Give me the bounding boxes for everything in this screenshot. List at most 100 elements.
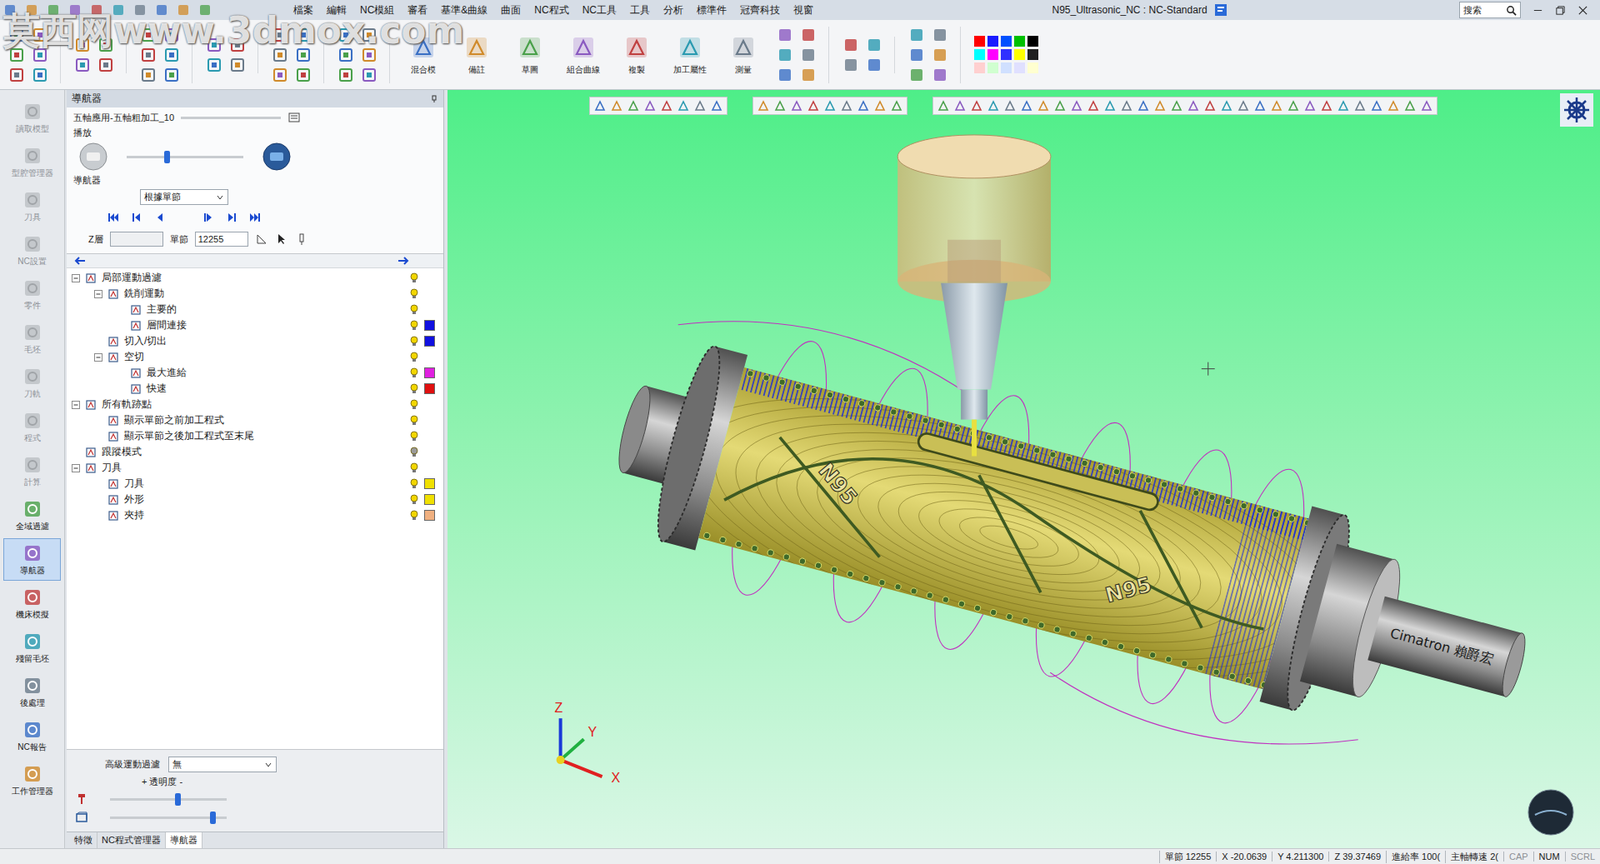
mode-dropdown[interactable]: 根據單節: [140, 189, 229, 205]
ribbon-button[interactable]: 複製: [616, 34, 657, 76]
model-transparency-slider[interactable]: [110, 816, 227, 820]
menu-item[interactable]: 視窗: [786, 3, 820, 18]
color-swatch[interactable]: [424, 383, 435, 395]
ribbon-tool-icon[interactable]: [97, 56, 115, 74]
palette-swatch[interactable]: [1014, 62, 1025, 74]
ribbon-tool-icon[interactable]: [271, 46, 289, 64]
forward-arrow-icon[interactable]: [396, 255, 410, 266]
menu-item[interactable]: NC工具: [575, 3, 624, 18]
palette-swatch[interactable]: [1000, 35, 1012, 47]
view-tool-icon[interactable]: [1220, 99, 1234, 113]
ribbon-tool-icon[interactable]: [776, 46, 794, 64]
step-back-icon[interactable]: [153, 210, 167, 225]
ribbon-tool-icon[interactable]: [908, 46, 925, 64]
slider-thumb[interactable]: [175, 793, 181, 806]
expander-icon[interactable]: [94, 353, 103, 362]
play-button-icon[interactable]: [261, 141, 292, 172]
pin-icon[interactable]: [430, 95, 439, 104]
ribbon-tool-icon[interactable]: [295, 26, 312, 44]
tree-item[interactable]: 快速: [66, 380, 444, 397]
expander-icon[interactable]: [94, 290, 103, 299]
quick-access-icon[interactable]: [176, 3, 190, 17]
minimize-icon[interactable]: [1532, 5, 1544, 16]
slider-thumb[interactable]: [164, 150, 170, 164]
tree-item[interactable]: 空切: [66, 349, 444, 365]
view-tool-icon[interactable]: [1286, 99, 1300, 113]
ribbon-tool-icon[interactable]: [865, 56, 883, 74]
view-tool-icon[interactable]: [1336, 99, 1350, 113]
visibility-bulb-icon[interactable]: [409, 415, 420, 427]
ribbon-button[interactable]: 備註: [456, 34, 497, 76]
palette-swatch[interactable]: [987, 49, 999, 60]
ribbon-tool-icon[interactable]: [931, 26, 949, 44]
view-orb-icon[interactable]: [1526, 788, 1575, 837]
view-tool-icon[interactable]: [773, 99, 787, 113]
visibility-bulb-icon[interactable]: [409, 430, 420, 443]
ribbon-tool-icon[interactable]: [140, 46, 157, 64]
menu-item[interactable]: 分析: [656, 3, 690, 18]
ribbon-tool-icon[interactable]: [271, 26, 289, 44]
view-tool-icon[interactable]: [1303, 99, 1317, 113]
visibility-bulb-icon[interactable]: [409, 510, 420, 522]
stop-button-icon[interactable]: [78, 141, 109, 172]
slider-thumb[interactable]: [210, 811, 216, 825]
view-tool-icon[interactable]: [693, 99, 707, 113]
quick-access-icon[interactable]: [155, 3, 169, 17]
palette-swatch[interactable]: [1014, 35, 1025, 47]
list-icon[interactable]: [287, 110, 301, 125]
quick-access-icon[interactable]: [133, 3, 147, 17]
view-tool-icon[interactable]: [856, 99, 870, 113]
tree-item[interactable]: 所有軌跡點: [66, 396, 444, 413]
search-box[interactable]: 搜索: [1459, 1, 1521, 19]
view-tool-icon[interactable]: [823, 99, 837, 113]
menu-item[interactable]: NC模組: [353, 3, 401, 18]
ribbon-tool-icon[interactable]: [360, 46, 378, 64]
expander-icon[interactable]: [71, 274, 80, 283]
menu-item[interactable]: 工具: [623, 3, 657, 18]
view-tool-icon[interactable]: [806, 99, 820, 113]
view-tool-icon[interactable]: [1353, 99, 1367, 113]
visibility-bulb-icon[interactable]: [409, 335, 420, 348]
tree-item[interactable]: 夾持: [66, 507, 444, 524]
model-view[interactable]: N95N95Cimatron 賴爵宏ZXY: [447, 90, 1600, 849]
view-tool-icon[interactable]: [936, 99, 950, 113]
view-tool-icon[interactable]: [1236, 99, 1250, 113]
menu-item[interactable]: 標準件: [690, 3, 734, 18]
tree-item[interactable]: 外形: [66, 491, 444, 508]
tree-item[interactable]: 主要的: [66, 301, 444, 318]
view-tool-icon[interactable]: [1053, 99, 1067, 113]
ribbon-button[interactable]: 草圖: [510, 34, 550, 76]
palette-swatch[interactable]: [1000, 49, 1012, 60]
ribbon-tool-icon[interactable]: [776, 26, 794, 44]
quick-access-icon[interactable]: [46, 3, 60, 17]
color-swatch[interactable]: [424, 367, 435, 379]
view-tool-icon[interactable]: [626, 99, 640, 113]
sidebar-item[interactable]: 刀軌: [3, 361, 61, 405]
tool-icon[interactable]: [295, 232, 309, 246]
search-icon[interactable]: [1505, 5, 1517, 16]
sidebar-item[interactable]: 毛坯: [3, 317, 61, 360]
visibility-bulb-icon[interactable]: [409, 320, 420, 332]
palette-swatch[interactable]: [1000, 62, 1012, 74]
view-tool-icon[interactable]: [1170, 99, 1184, 113]
ribbon-tool-icon[interactable]: [97, 36, 115, 54]
back-arrow-icon[interactable]: [73, 255, 87, 266]
step-forward-icon[interactable]: [201, 210, 215, 225]
view-tool-icon[interactable]: [1020, 99, 1034, 113]
ribbon-tool-icon[interactable]: [229, 36, 246, 54]
pointer-icon[interactable]: [275, 232, 289, 246]
view-tool-icon[interactable]: [986, 99, 1000, 113]
color-swatch[interactable]: [424, 510, 435, 521]
ribbon-tool-icon[interactable]: [800, 26, 817, 44]
view-tool-icon[interactable]: [1386, 99, 1400, 113]
ribbon-tool-icon[interactable]: [360, 26, 378, 44]
view-tool-icon[interactable]: [1270, 99, 1284, 113]
tree-item[interactable]: 顯示單節之前加工程式: [66, 412, 444, 429]
visibility-bulb-icon[interactable]: [409, 462, 420, 475]
ribbon-button[interactable]: 測量: [723, 34, 764, 76]
view-tool-icon[interactable]: [1253, 99, 1267, 113]
ribbon-tool-icon[interactable]: [337, 46, 355, 64]
ribbon-tool-icon[interactable]: [140, 66, 157, 84]
visibility-bulb-icon[interactable]: [409, 272, 420, 285]
view-tool-icon[interactable]: [1186, 99, 1200, 113]
